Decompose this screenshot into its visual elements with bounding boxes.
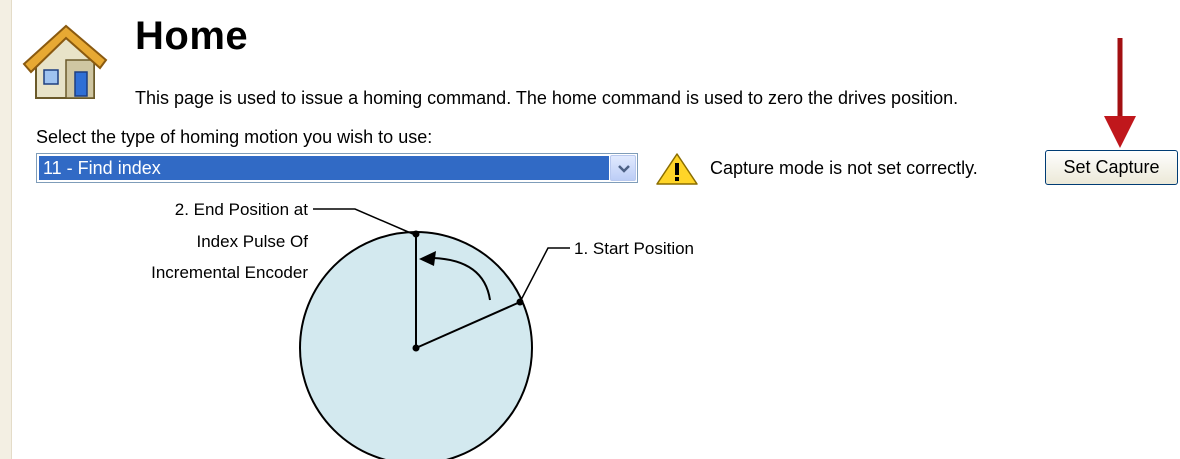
red-arrow-indicator [1104, 38, 1136, 148]
warning-text: Capture mode is not set correctly. [710, 158, 978, 178]
center-point [412, 344, 420, 352]
homing-diagram: 2. End Position at Index Pulse Of Increm… [151, 200, 694, 459]
warning-icon [656, 153, 698, 185]
chevron-down-icon [618, 165, 630, 173]
home-icon [22, 24, 108, 99]
homing-type-select[interactable]: 11 - Find index [36, 153, 638, 183]
page-description: This page is used to issue a homing comm… [135, 88, 959, 108]
set-capture-button[interactable]: Set Capture [1045, 150, 1178, 185]
end-position-label-3: Incremental Encoder [151, 263, 308, 282]
homing-type-selected-value: 11 - Find index [39, 156, 609, 180]
homing-type-label: Select the type of homing motion you wis… [36, 127, 433, 147]
page-title: Home [135, 14, 249, 58]
end-position-label-2: Index Pulse Of [196, 232, 308, 251]
dropdown-button[interactable] [610, 155, 636, 181]
start-position-label: 1. Start Position [574, 239, 694, 258]
end-position-point [412, 230, 420, 238]
end-position-label-1: 2. End Position at [175, 200, 309, 219]
